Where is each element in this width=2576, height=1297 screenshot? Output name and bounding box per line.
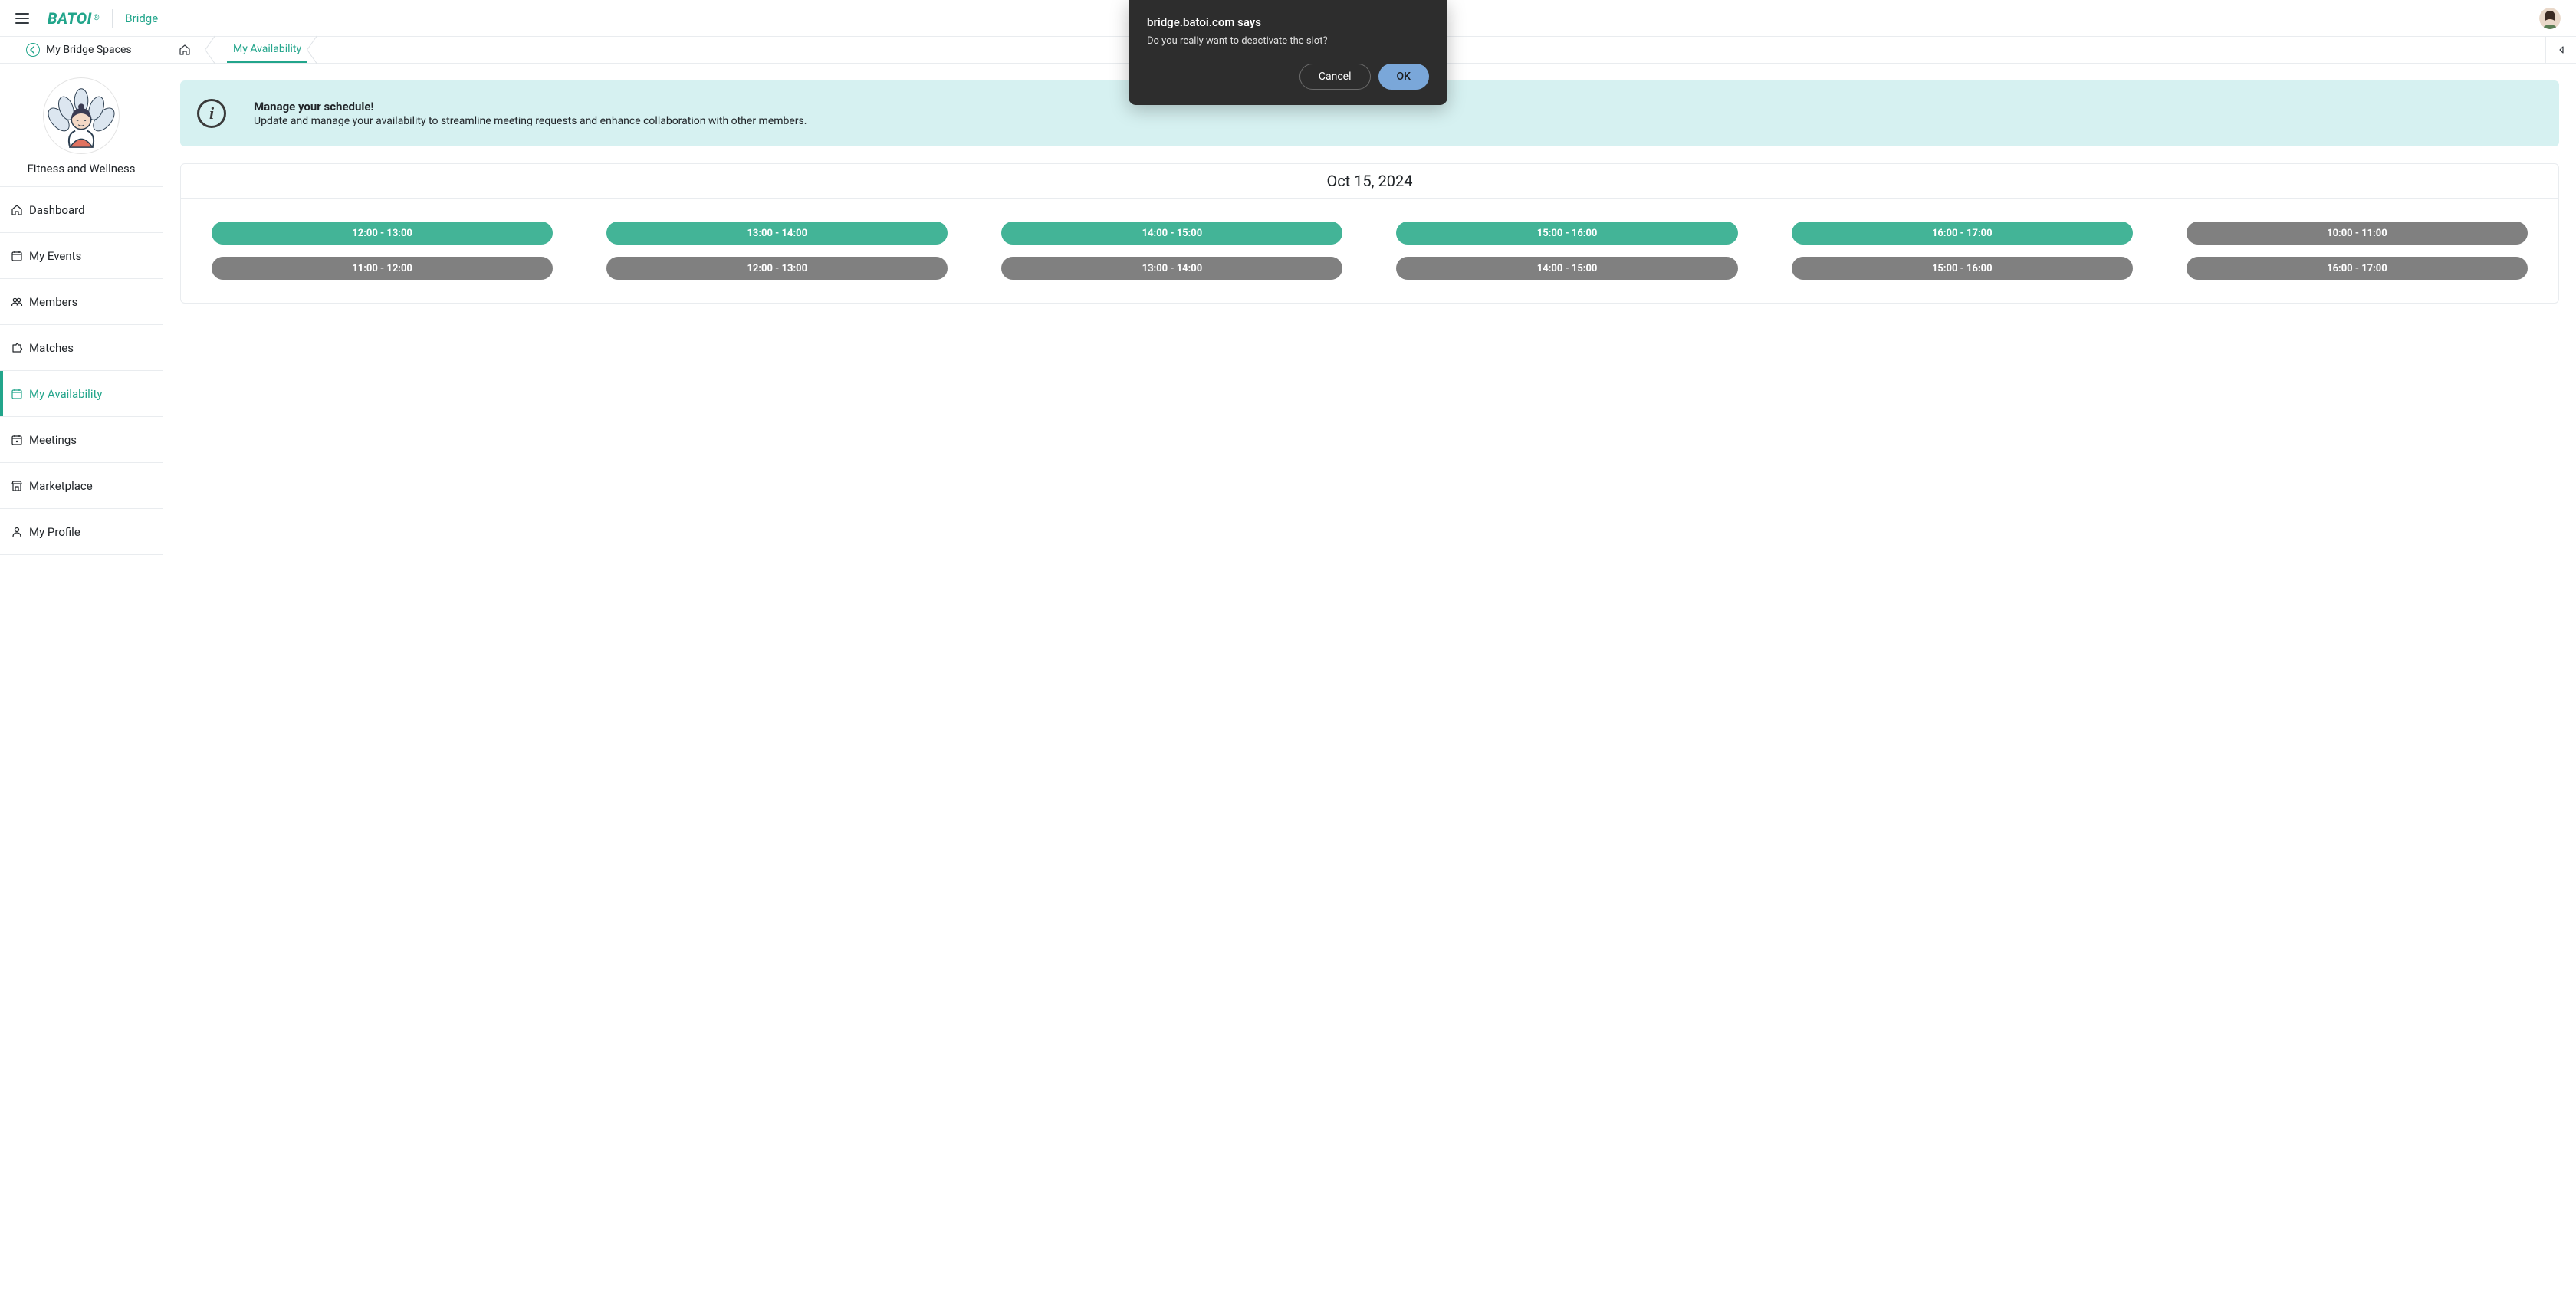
registered-icon: ® — [94, 14, 100, 22]
batoi-logo[interactable]: BATOI® — [48, 9, 100, 28]
time-slot[interactable]: 13:00 - 14:00 — [1001, 257, 1342, 280]
sidebar-item-members[interactable]: Members — [0, 279, 163, 325]
collapse-right-button[interactable] — [2545, 37, 2576, 63]
main: i Manage your schedule! Update and manag… — [163, 64, 2576, 1297]
logo-text: BATOI — [48, 9, 92, 28]
puzzle-icon — [11, 342, 23, 354]
sidebar-item-label: Marketplace — [29, 479, 93, 493]
time-slot[interactable]: 12:00 - 13:00 — [606, 257, 948, 280]
time-slot[interactable]: 16:00 - 17:00 — [2187, 257, 2528, 280]
availability-date: Oct 15, 2024 — [181, 164, 2558, 199]
info-text: Manage your schedule! Update and manage … — [254, 100, 807, 127]
banner-desc: Update and manage your availability to s… — [254, 115, 807, 127]
sidebar-item-label: My Profile — [29, 525, 80, 539]
time-slot[interactable]: 10:00 - 11:00 — [2187, 222, 2528, 245]
space-title: Fitness and Wellness — [28, 162, 136, 176]
app-label[interactable]: Bridge — [125, 11, 158, 25]
calendar-icon — [11, 434, 23, 446]
space-avatar[interactable] — [43, 77, 120, 154]
sidebar-item-label: Members — [29, 295, 77, 309]
chevron-right-icon — [307, 37, 329, 63]
sidebar-item-my-availability[interactable]: My Availability — [0, 371, 163, 417]
time-slot[interactable]: 15:00 - 16:00 — [1792, 257, 2133, 280]
sidebar: Fitness and Wellness Dashboard My Events… — [0, 64, 163, 1297]
sidebar-item-my-events[interactable]: My Events — [0, 233, 163, 279]
sidebar-item-label: My Events — [29, 249, 81, 263]
logo-divider — [112, 9, 113, 28]
logo-wrap: BATOI® Bridge — [48, 9, 158, 28]
cancel-button[interactable]: Cancel — [1300, 64, 1371, 90]
dialog-message: Do you really want to deactivate the slo… — [1147, 35, 1429, 47]
calendar-icon — [11, 250, 23, 262]
home-icon — [179, 44, 191, 56]
sidebar-item-label: Meetings — [29, 433, 77, 447]
time-slot[interactable]: 13:00 - 14:00 — [606, 222, 948, 245]
sidebar-item-my-profile[interactable]: My Profile — [0, 509, 163, 555]
chevron-right-icon — [205, 37, 227, 63]
slot-grid: 12:00 - 13:00 13:00 - 14:00 14:00 - 15:00 1… — [181, 199, 2558, 303]
time-slot[interactable]: 16:00 - 17:00 — [1792, 222, 2133, 245]
sidebar-item-marketplace[interactable]: Marketplace — [0, 463, 163, 509]
dialog-actions: Cancel OK — [1147, 64, 1429, 90]
sidebar-item-dashboard[interactable]: Dashboard — [0, 187, 163, 233]
sidebar-item-matches[interactable]: Matches — [0, 325, 163, 371]
calendar-check-icon — [11, 388, 23, 400]
home-icon — [11, 204, 23, 216]
avatar[interactable] — [2539, 8, 2561, 29]
back-icon — [26, 43, 40, 57]
sidebar-item-label: Matches — [29, 341, 74, 355]
banner-title: Manage your schedule! — [254, 100, 807, 113]
triangle-left-icon — [2557, 45, 2566, 54]
sidebar-item-label: My Availability — [29, 387, 102, 401]
store-icon — [11, 480, 23, 492]
users-icon — [11, 296, 23, 308]
availability-card: Oct 15, 2024 12:00 - 13:0013:00 - 14:001… — [180, 163, 2559, 304]
ok-button[interactable]: OK — [1378, 64, 1430, 90]
sidebar-item-label: Dashboard — [29, 203, 85, 217]
back-label: My Bridge Spaces — [46, 44, 132, 56]
time-slot[interactable]: 11:00 - 12:00 — [212, 257, 553, 280]
time-slot[interactable]: 14:00 - 15:00 — [1396, 257, 1737, 280]
dialog-title: bridge.batoi.com says — [1147, 15, 1429, 29]
space-card: Fitness and Wellness — [0, 64, 163, 187]
breadcrumb-current[interactable]: My Availability — [227, 37, 307, 63]
user-icon — [11, 526, 23, 538]
confirm-dialog: bridge.batoi.com says Do you really want… — [1129, 0, 1447, 105]
time-slot[interactable]: 14:00 - 15:00 — [1001, 222, 1342, 245]
breadcrumb-home[interactable] — [163, 37, 205, 63]
info-icon: i — [197, 99, 226, 128]
menu-icon[interactable] — [15, 13, 29, 24]
back-area[interactable]: My Bridge Spaces — [0, 37, 163, 63]
time-slot[interactable]: 15:00 - 16:00 — [1396, 222, 1737, 245]
sidebar-item-meetings[interactable]: Meetings — [0, 417, 163, 463]
time-slot[interactable]: 12:00 - 13:00 — [212, 222, 553, 245]
